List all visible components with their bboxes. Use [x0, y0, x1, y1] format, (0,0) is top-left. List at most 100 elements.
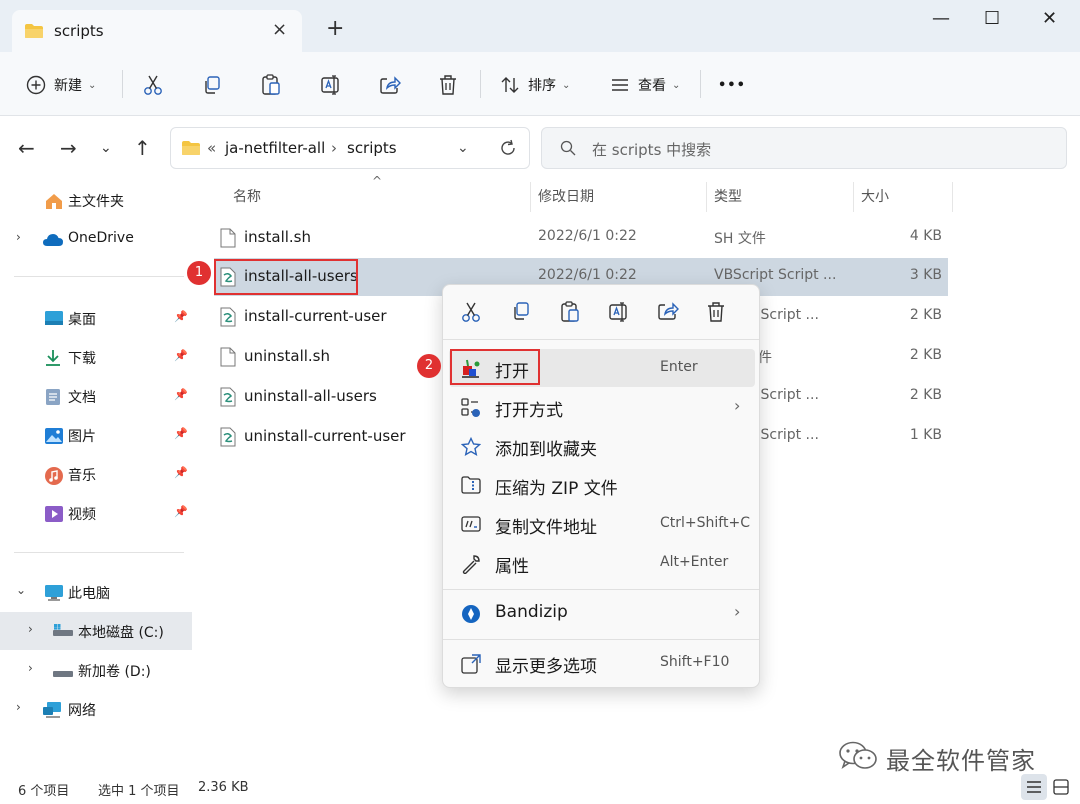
file-name: uninstall-current-user [244, 427, 406, 445]
rename-icon[interactable] [608, 301, 630, 327]
file-size: 2 KB [909, 347, 942, 363]
sidebar-item-drive-d[interactable]: › 新加卷 (D:) [0, 651, 192, 689]
close-window-button[interactable]: ✕ [1042, 8, 1057, 29]
sidebar-item-home[interactable]: 主文件夹 [0, 181, 192, 219]
column-header-name[interactable]: 名称 [233, 186, 261, 206]
sidebar-divider [14, 276, 184, 277]
recent-locations-chevron-icon[interactable]: ⌄ [100, 140, 112, 156]
menu-item-properties[interactable]: 属性 Alt+Enter [449, 544, 755, 582]
column-separator[interactable] [530, 182, 531, 212]
rename-button[interactable] [320, 72, 342, 98]
view-label: 查看 [638, 78, 666, 94]
file-name: install-current-user [244, 307, 387, 325]
pin-icon[interactable]: 📌 [174, 427, 188, 440]
expand-chevron-icon[interactable]: › [16, 230, 21, 244]
sidebar-item-this-pc[interactable]: ⌄ 此电脑 [0, 573, 192, 611]
zip-folder-icon [461, 476, 481, 498]
sidebar-item-desktop[interactable]: 桌面 📌 [0, 299, 192, 337]
sidebar-item-pictures[interactable]: 图片 📌 [0, 416, 192, 454]
more-options-button[interactable]: ••• [718, 72, 746, 98]
pin-icon[interactable]: 📌 [174, 349, 188, 362]
new-tab-button[interactable]: + [326, 18, 344, 40]
collapse-chevron-icon[interactable]: ⌄ [16, 583, 26, 597]
sidebar-item-drive-c[interactable]: › 本地磁盘 (C:) [0, 612, 192, 650]
table-row[interactable]: install.sh 2022/6/1 0:22 SH 文件 4 KB [214, 219, 948, 257]
pin-icon[interactable]: 📌 [174, 466, 188, 479]
address-dropdown-icon[interactable]: ⌄ [457, 140, 469, 156]
sidebar-item-music[interactable]: 音乐 📌 [0, 455, 192, 493]
copy-button[interactable] [202, 72, 222, 98]
file-type: SH 文件 [714, 231, 766, 247]
back-arrow-icon[interactable]: ← [18, 136, 35, 160]
sidebar-item-documents[interactable]: 文档 📌 [0, 377, 192, 415]
sidebar-item-label: 文档 [68, 390, 96, 406]
sidebar-item-label: 新加卷 (D:) [78, 664, 151, 680]
expand-chevron-icon[interactable]: › [28, 661, 33, 675]
breadcrumb-overflow[interactable]: « [207, 139, 216, 157]
sidebar-item-label: 此电脑 [68, 586, 110, 602]
menu-item-compress-zip[interactable]: 压缩为 ZIP 文件 [449, 466, 755, 504]
tab-scripts[interactable]: scripts × [12, 10, 302, 52]
tiles-view-button[interactable] [1048, 774, 1074, 800]
cut-icon [143, 74, 163, 96]
column-separator[interactable] [952, 182, 953, 212]
pin-icon[interactable]: 📌 [174, 388, 188, 401]
file-name: uninstall.sh [244, 347, 331, 365]
column-separator[interactable] [853, 182, 854, 212]
minimize-button[interactable]: — [932, 8, 950, 29]
menu-item-open-with[interactable]: 打开方式 › [449, 388, 755, 426]
delete-icon[interactable] [706, 301, 726, 327]
paste-button[interactable] [261, 72, 281, 98]
sidebar-item-onedrive[interactable]: › OneDrive [0, 220, 192, 258]
search-box[interactable]: 在 scripts 中搜索 [541, 127, 1067, 169]
new-button[interactable]: 新建 ⌄ [26, 72, 96, 98]
column-header-date[interactable]: 修改日期 [538, 186, 594, 206]
pin-icon[interactable]: 📌 [174, 310, 188, 323]
desktop-icon [44, 310, 64, 330]
search-placeholder: 在 scripts 中搜索 [592, 141, 712, 159]
expand-chevron-icon[interactable]: › [16, 700, 21, 714]
tab-close-icon[interactable]: × [272, 19, 287, 40]
details-view-button[interactable] [1021, 774, 1047, 800]
bandizip-icon [461, 604, 481, 628]
column-separator[interactable] [706, 182, 707, 212]
menu-item-label: 打开方式 [495, 401, 563, 421]
sort-button[interactable]: 排序 ⌄ [500, 72, 570, 98]
sidebar-item-label: 本地磁盘 (C:) [78, 625, 164, 641]
breadcrumb-scripts[interactable]: scripts [347, 139, 397, 157]
toolbar-divider [700, 70, 701, 98]
annotation-highlight-box [450, 349, 540, 385]
delete-button[interactable] [438, 72, 458, 98]
share-button[interactable] [379, 72, 401, 98]
up-arrow-icon[interactable]: ↑ [134, 136, 151, 160]
folder-icon [24, 23, 44, 43]
menu-item-bandizip[interactable]: Bandizip › [449, 594, 755, 632]
menu-item-copy-path[interactable]: 复制文件地址 Ctrl+Shift+C [449, 505, 755, 543]
address-bar[interactable]: « ja-netfilter-all › scripts ⌄ [170, 127, 530, 169]
cut-button[interactable] [143, 72, 163, 98]
cut-icon[interactable] [461, 301, 481, 327]
menu-item-add-to-favorites[interactable]: 添加到收藏夹 [449, 427, 755, 465]
share-icon[interactable] [657, 301, 679, 325]
sidebar-item-videos[interactable]: 视频 📌 [0, 494, 192, 532]
status-selection: 选中 1 个项目 [98, 784, 180, 799]
paste-icon[interactable] [560, 301, 580, 327]
sidebar-item-network[interactable]: › 网络 [0, 690, 192, 728]
document-icon [45, 388, 61, 410]
copy-icon[interactable] [511, 301, 531, 325]
column-header-size[interactable]: 大小 [861, 186, 889, 206]
refresh-icon[interactable] [499, 139, 517, 161]
sort-ascending-indicator: ^ [372, 174, 383, 188]
breadcrumb-ja-netfilter-all[interactable]: ja-netfilter-all [225, 139, 325, 157]
status-item-count: 6 个项目 [18, 784, 70, 799]
column-header-type[interactable]: 类型 [714, 186, 742, 206]
maximize-button[interactable]: ☐ [984, 8, 1000, 29]
sidebar-item-downloads[interactable]: 下载 📌 [0, 338, 192, 376]
menu-item-show-more-options[interactable]: 显示更多选项 Shift+F10 [449, 644, 755, 682]
download-arrow-icon [44, 349, 62, 371]
expand-chevron-icon[interactable]: › [28, 622, 33, 636]
pin-icon[interactable]: 📌 [174, 505, 188, 518]
view-button[interactable]: 查看 ⌄ [610, 72, 680, 98]
sidebar-item-label: 主文件夹 [68, 194, 124, 210]
forward-arrow-icon[interactable]: → [60, 136, 77, 160]
